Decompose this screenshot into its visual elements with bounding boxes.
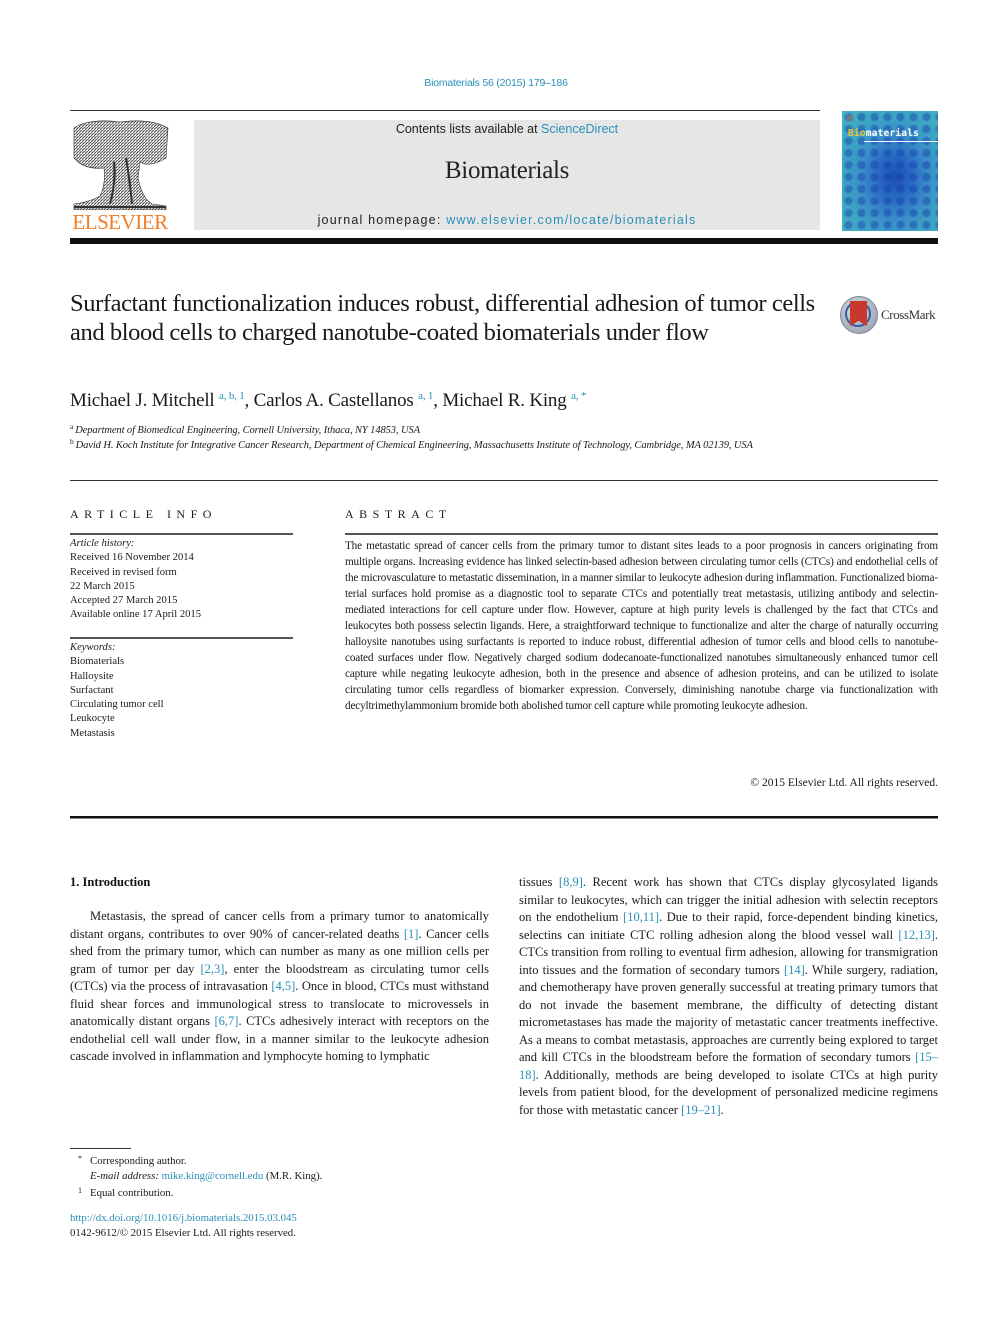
affiliation-b: b David H. Koch Institute for Integrative…	[70, 437, 753, 451]
journal-citation-link[interactable]: Biomaterials 56 (2015) 179–186	[424, 77, 568, 89]
article-title: Surfactant functionalization induces rob…	[70, 290, 815, 346]
author-affiliation-link[interactable]: a, b, 1	[219, 390, 245, 402]
journal-cover-image[interactable]: Biomaterials	[842, 111, 938, 231]
abstract-bottom-rule	[70, 816, 938, 819]
keywords-rule	[70, 637, 293, 639]
sciencedirect-link[interactable]: ScienceDirect	[541, 122, 618, 136]
crossmark-icon	[840, 296, 878, 334]
history-item: Received 16 November 2014	[70, 552, 194, 564]
article-history: Article history: Received 16 November 20…	[70, 537, 300, 623]
body-column-right: tissues [8,9]. Recent work has shown tha…	[519, 874, 938, 1119]
journal-name: Biomaterials	[444, 157, 570, 184]
citation-link[interactable]: [1]	[404, 927, 419, 941]
body-text: . Additionally, methods are being develo…	[519, 1067, 938, 1117]
body-text: . While surgery, radiation, and chemothe…	[519, 962, 939, 1065]
footnotes: * Corresponding author. E-mail address: m…	[78, 1152, 478, 1200]
elsevier-logo[interactable]: ELSEVIER	[68, 118, 172, 233]
doi-block: http://dx.doi.org/10.1016/j.biomaterials…	[70, 1211, 297, 1241]
contents-line: Contents lists available at ScienceDirec…	[395, 122, 619, 136]
keywords: Keywords: Biomaterials Halloysite Surfac…	[70, 641, 300, 741]
citation-link[interactable]: [2,3]	[201, 962, 225, 976]
keyword-item: Biomaterials	[70, 656, 125, 668]
citation-link[interactable]: [4,5]	[271, 979, 295, 993]
abstract-rule	[345, 533, 938, 535]
cover-underline	[864, 141, 938, 142]
email-link[interactable]: mike.king@cornell.edu	[162, 1170, 264, 1182]
history-item: Received in revised form	[70, 566, 177, 578]
footnote-corresponding: * Corresponding author.	[78, 1154, 187, 1167]
history-item: Available online 17 April 2015	[70, 609, 202, 621]
crossmark-label: CrossMark	[881, 307, 936, 322]
homepage-link[interactable]: www.elsevier.com/locate/biomaterials	[446, 213, 696, 227]
journal-citation[interactable]: Biomaterials 56 (2015) 179–186	[0, 77, 992, 89]
footnote-equal-contribution: 1 Equal contribution.	[78, 1185, 174, 1199]
header-thick-rule	[70, 238, 938, 244]
section-heading-introduction: 1. Introduction	[70, 875, 151, 889]
body-text: tissues	[519, 875, 559, 889]
author-affiliation-link[interactable]: a, 1	[418, 390, 433, 402]
keywords-label: Keywords:	[70, 642, 116, 653]
affiliation-a: a Department of Biomedical Engineering, C…	[70, 422, 420, 436]
author-name: Carlos A. Castellanos	[253, 390, 414, 411]
keyword-item: Halloysite	[70, 670, 114, 682]
citation-link[interactable]: [8,9]	[559, 875, 583, 889]
journal-banner: Contents lists available at ScienceDirec…	[194, 120, 820, 230]
body-column-left: Metastasis, the spread of cancer cells f…	[70, 908, 489, 1066]
citation-link[interactable]: [6,7]	[215, 1014, 239, 1028]
doi-link[interactable]: http://dx.doi.org/10.1016/j.biomaterials…	[70, 1212, 297, 1224]
citation-link[interactable]: [19–21]	[681, 1103, 721, 1117]
author-affiliation-link[interactable]: a, *	[571, 390, 586, 402]
body-text: .	[720, 1102, 724, 1117]
issn-copyright: 0142-9612/© 2015 Elsevier Ltd. All right…	[70, 1227, 296, 1239]
cover-publisher-icon	[847, 115, 853, 121]
author-list: Michael J. Mitchell a, b, 1, Carlos A. C…	[70, 390, 587, 411]
author-name: Michael R. King	[442, 390, 567, 411]
citation-link[interactable]: [14]	[784, 963, 805, 977]
journal-homepage: journal homepage: www.elsevier.com/locat…	[317, 213, 697, 227]
footnote-rule	[70, 1148, 131, 1149]
elsevier-wordmark: ELSEVIER	[72, 210, 168, 234]
article-history-label: Article history:	[70, 538, 135, 549]
keyword-item: Metastasis	[70, 727, 115, 739]
abstract-heading: ABSTRACT	[345, 507, 452, 521]
keyword-item: Leukocyte	[70, 713, 115, 725]
abstract-text: The metastatic spread of cancer cells fr…	[345, 540, 938, 712]
citation-link[interactable]: [10,11]	[623, 910, 659, 924]
elsevier-tree-icon	[73, 120, 169, 210]
keyword-item: Circulating tumor cell	[70, 699, 164, 711]
article-info-heading: ARTICLE INFO	[70, 507, 217, 521]
abstract-copyright: © 2015 Elsevier Ltd. All rights reserved…	[750, 777, 938, 789]
keyword-item: Surfactant	[70, 684, 114, 696]
author-name: Michael J. Mitchell	[70, 390, 215, 411]
footnote-email: E-mail address: mike.king@cornell.edu (M…	[90, 1169, 323, 1182]
citation-link[interactable]: [12,13]	[898, 928, 934, 942]
crossmark-badge[interactable]: CrossMark	[840, 296, 950, 336]
header-rule	[70, 110, 820, 111]
cover-title: Biomaterials	[848, 128, 920, 139]
history-item: Accepted 27 March 2015	[70, 595, 178, 607]
article-info-rule	[70, 533, 293, 535]
history-item: 22 March 2015	[70, 580, 135, 592]
section-rule	[70, 480, 938, 481]
